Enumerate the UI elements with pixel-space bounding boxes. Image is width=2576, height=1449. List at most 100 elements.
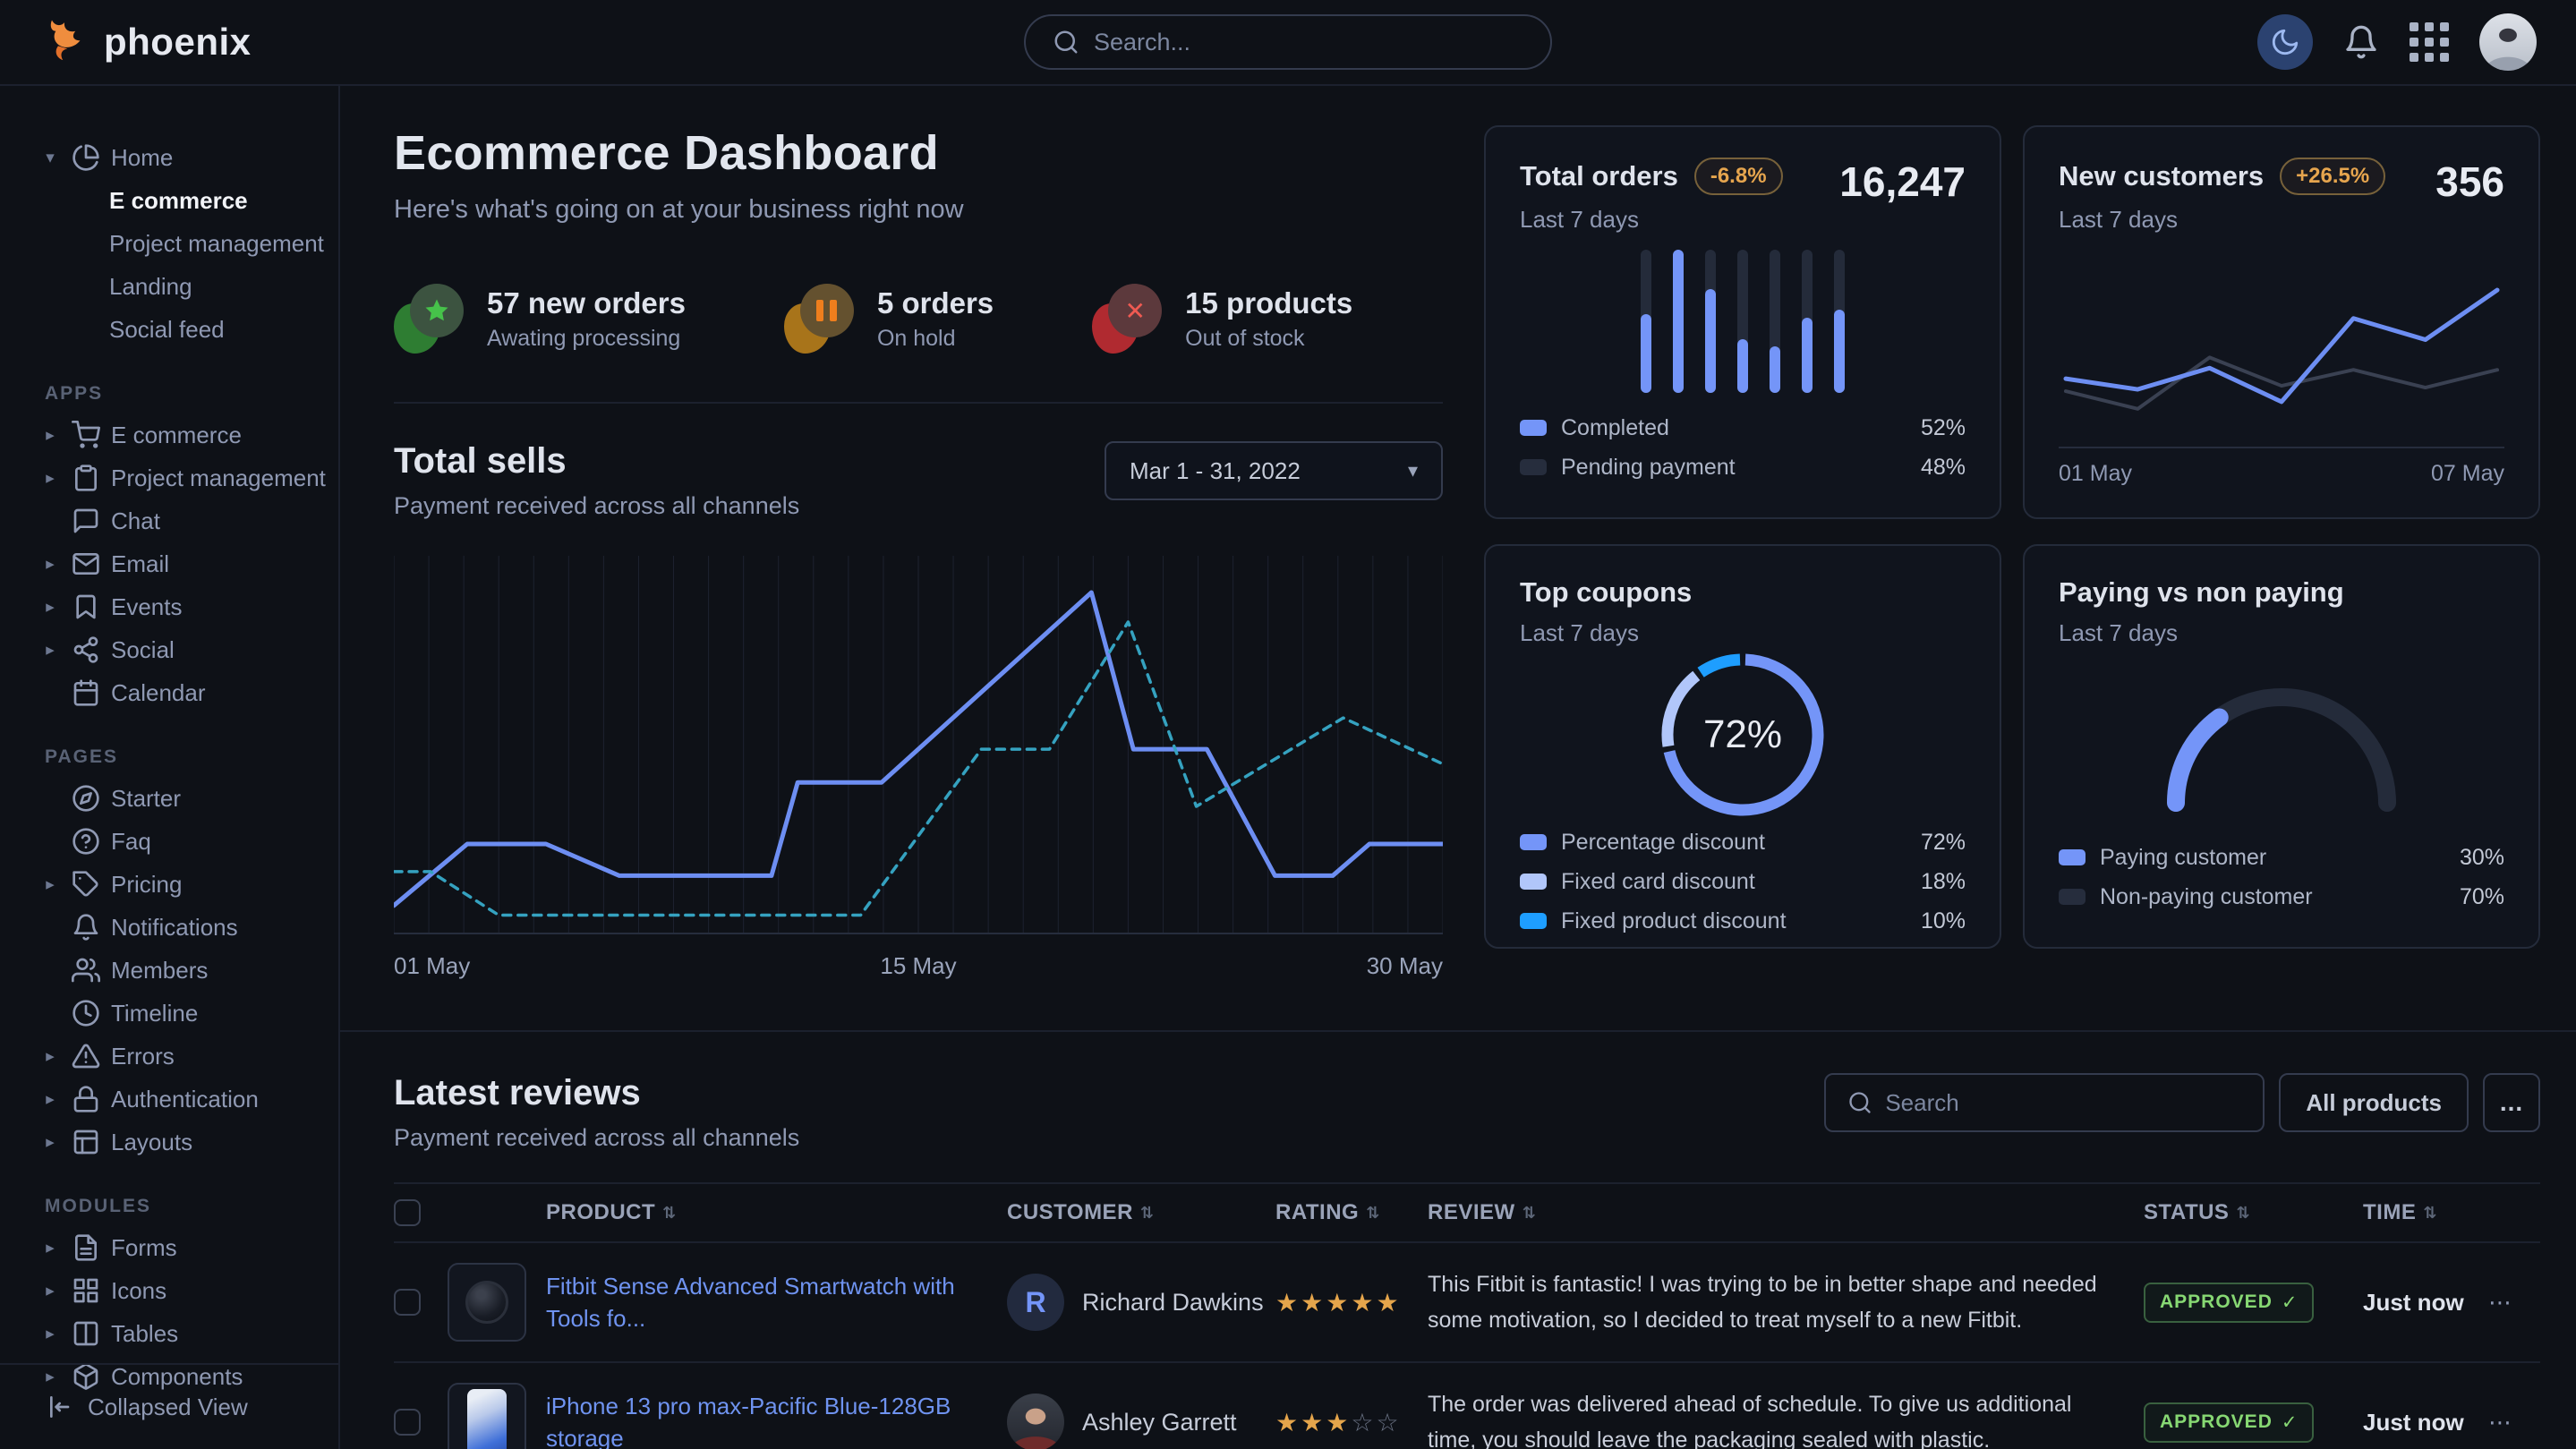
row-checkbox[interactable] (394, 1409, 421, 1436)
more-options-button[interactable]: ... (2483, 1073, 2540, 1132)
x-label: 07 May (2431, 461, 2504, 487)
global-search-input[interactable] (1094, 29, 1523, 56)
collapse-view-label: Collapsed View (88, 1394, 248, 1421)
sidebar-item-label: Members (111, 957, 208, 984)
rating-stars: ★★★★★ (1275, 1288, 1428, 1317)
row-checkbox[interactable] (394, 1289, 421, 1316)
sidebar-item-errors[interactable]: ▸Errors (39, 1035, 338, 1078)
moon-icon (2270, 27, 2300, 57)
sidebar-item-starter[interactable]: Starter (39, 777, 338, 820)
card-title: Total orders (1520, 160, 1678, 192)
sidebar-subitem-landing[interactable]: Landing (109, 265, 338, 308)
dashboard-cards: Total orders -6.8% Last 7 days 16,247 Co… (1484, 125, 2540, 980)
legend-item: Non-paying customer70% (2059, 877, 2504, 916)
order-bar (1802, 250, 1813, 393)
column-header-product[interactable]: PRODUCT⇅ (546, 1200, 1007, 1225)
notifications-button[interactable] (2343, 24, 2379, 60)
sidebar-item-label: Tables (111, 1320, 178, 1348)
product-link[interactable]: Fitbit Sense Advanced Smartwatch with To… (546, 1270, 1007, 1334)
sidebar-item-social[interactable]: ▸Social (39, 628, 338, 671)
sidebar-item-e-commerce[interactable]: ▸E commerce (39, 413, 338, 456)
alert-triangle-icon (72, 1042, 100, 1070)
product-link[interactable]: iPhone 13 pro max-Pacific Blue-128GB sto… (546, 1390, 1007, 1449)
sidebar-item-forms[interactable]: ▸Forms (39, 1226, 338, 1269)
section-divider (340, 1030, 2576, 1032)
theme-toggle-button[interactable] (2257, 14, 2313, 70)
legend-value: 70% (2460, 884, 2504, 910)
product-thumbnail[interactable] (448, 1383, 526, 1449)
sidebar-item-calendar[interactable]: Calendar (39, 671, 338, 714)
global-search[interactable] (1024, 14, 1552, 70)
column-header-customer[interactable]: CUSTOMER⇅ (1007, 1200, 1275, 1225)
legend-label: Percentage discount (1561, 830, 1765, 856)
customers-line-chart: 01 May 07 May (2059, 234, 2504, 487)
sidebar-item-label: Email (111, 550, 169, 578)
sidebar-item-chat[interactable]: Chat (39, 499, 338, 542)
reviews-search-input[interactable] (1885, 1089, 2241, 1117)
select-all-checkbox[interactable] (394, 1199, 421, 1226)
paying-legend: Paying customer30%Non-paying customer70% (2059, 838, 2504, 916)
legend-swatch (1520, 874, 1547, 890)
sidebar-item-icons[interactable]: ▸Icons (39, 1269, 338, 1312)
caret-right-icon: ▸ (39, 874, 61, 895)
sidebar-subitem-label: Landing (109, 273, 192, 301)
x-label: 01 May (2059, 461, 2132, 487)
sidebar-item-label: Icons (111, 1277, 166, 1305)
apps-grid-button[interactable] (2410, 22, 2449, 62)
column-header-review[interactable]: REVIEW⇅ (1428, 1200, 2144, 1225)
legend-swatch (1520, 913, 1547, 929)
orders-legend: Completed52%Pending payment48% (1520, 408, 1966, 487)
dashboard-left-column: Ecommerce Dashboard Here's what's going … (394, 125, 1443, 980)
sidebar-item-authentication[interactable]: ▸Authentication (39, 1078, 338, 1121)
brand-name: phoenix (104, 21, 252, 64)
sidebar-item-timeline[interactable]: Timeline (39, 992, 338, 1035)
sidebar-item-events[interactable]: ▸Events (39, 585, 338, 628)
reviews-search[interactable] (1824, 1073, 2265, 1132)
sort-icon: ⇅ (1140, 1204, 1155, 1223)
sidebar-item-tables[interactable]: ▸Tables (39, 1312, 338, 1355)
sidebar-item-home[interactable]: ▾Home (39, 136, 338, 179)
row-more-button[interactable]: ⋯ (2488, 1289, 2524, 1317)
grid-icon (72, 1276, 100, 1305)
sidebar-item-layouts[interactable]: ▸Layouts (39, 1121, 338, 1163)
star-icon (423, 297, 450, 324)
brand-logo[interactable]: phoenix (39, 17, 252, 67)
orders-bar-chart (1520, 234, 1966, 408)
sidebar-item-members[interactable]: Members (39, 949, 338, 992)
sidebar-item-label: Faq (111, 828, 151, 856)
legend-value: 72% (1921, 830, 1966, 856)
sidebar-item-project-management[interactable]: ▸Project management (39, 456, 338, 499)
row-more-button[interactable]: ⋯ (2488, 1409, 2524, 1436)
date-range-select[interactable]: Mar 1 - 31, 2022 ▾ (1105, 441, 1443, 500)
all-products-button[interactable]: All products (2279, 1073, 2469, 1132)
sidebar-subitem-social-feed[interactable]: Social feed (109, 308, 338, 351)
card-subtitle: Last 7 days (1520, 619, 1692, 647)
sidebar-subitem-project-management[interactable]: Project management (109, 222, 338, 265)
column-header-rating[interactable]: RATING⇅ (1275, 1200, 1428, 1225)
sidebar-section-title: PAGES (45, 746, 338, 768)
navbar-actions (2257, 13, 2537, 71)
column-header-status[interactable]: STATUS⇅ (2144, 1200, 2363, 1225)
stat-red-icon: ✕ (1092, 284, 1162, 354)
caret-down-icon: ▾ (39, 148, 61, 168)
collapse-view-button[interactable]: Collapsed View (0, 1363, 338, 1449)
review-text: The order was delivered ahead of schedul… (1428, 1386, 2144, 1449)
customer-cell: RRichard Dawkins (1007, 1274, 1275, 1331)
trend-badge: +26.5% (2280, 158, 2385, 195)
new-customers-card: New customers +26.5% Last 7 days 356 01 … (2023, 125, 2540, 519)
sidebar-subitem-e-commerce[interactable]: E commerce (109, 179, 338, 222)
sidebar-item-faq[interactable]: Faq (39, 820, 338, 863)
column-header-time[interactable]: TIME⇅ (2363, 1200, 2488, 1225)
caret-right-icon: ▸ (39, 1089, 61, 1110)
order-bar-fill (1802, 318, 1813, 392)
sidebar-item-notifications[interactable]: Notifications (39, 906, 338, 949)
sidebar-item-email[interactable]: ▸Email (39, 542, 338, 585)
stat-label: Out of stock (1185, 326, 1352, 352)
latest-reviews-header: Latest reviews Payment received across a… (394, 1073, 2540, 1152)
user-avatar[interactable] (2479, 13, 2537, 71)
sidebar-item-label: Calendar (111, 679, 206, 707)
product-thumbnail[interactable] (448, 1263, 526, 1342)
sidebar-item-pricing[interactable]: ▸Pricing (39, 863, 338, 906)
clock-icon (72, 999, 100, 1027)
legend-label: Pending payment (1561, 455, 1736, 481)
